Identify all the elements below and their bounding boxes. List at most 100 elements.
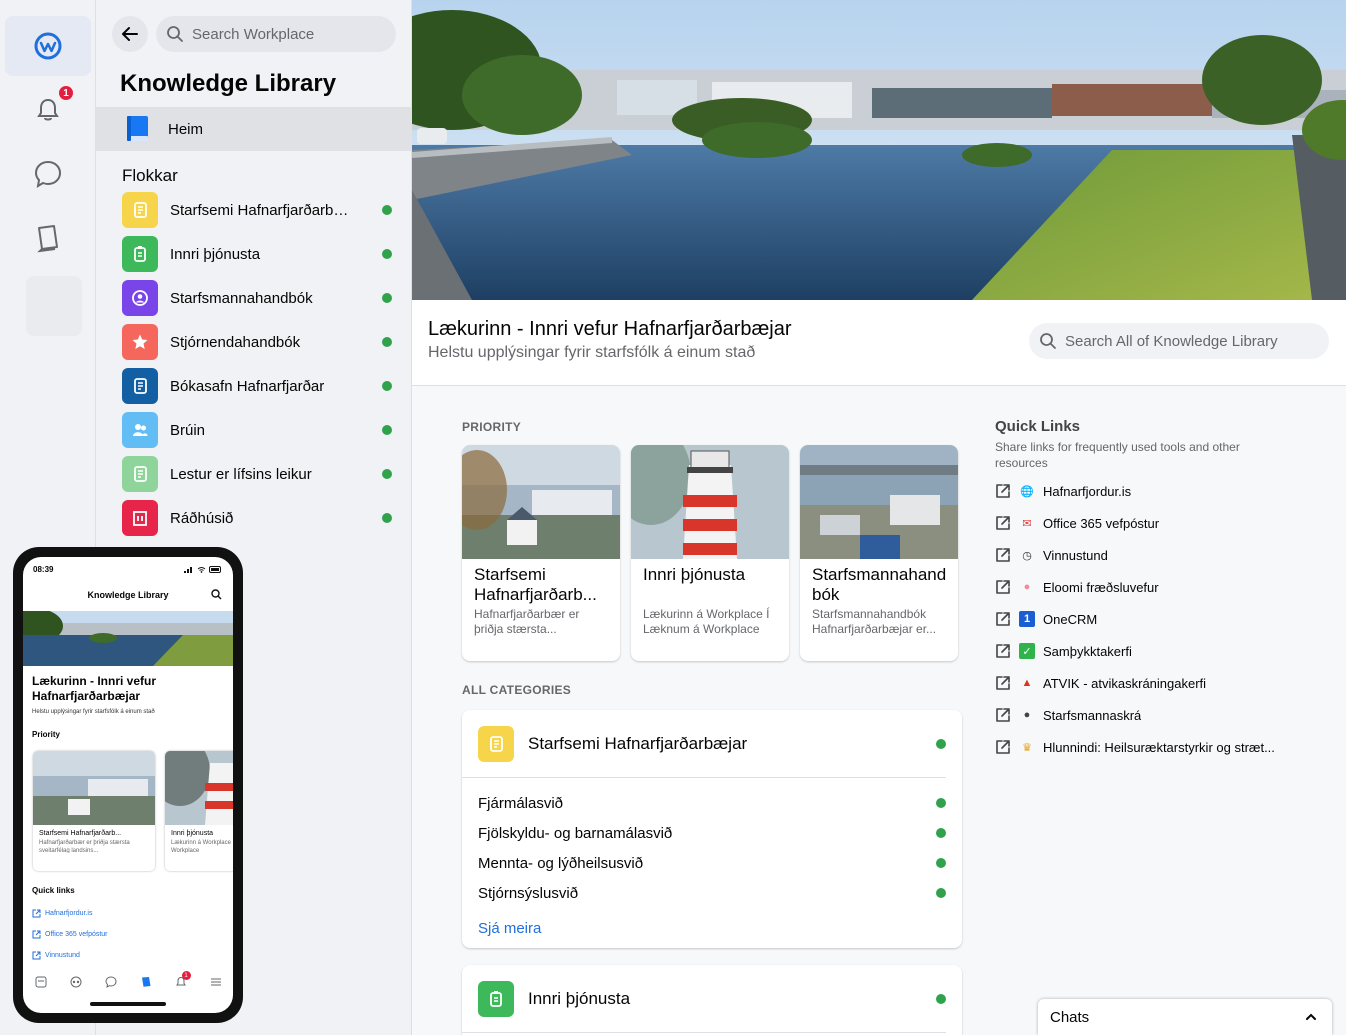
- phone-quick-link[interactable]: Office 365 vefpóstur: [32, 930, 108, 939]
- quick-link-item[interactable]: ♛ Hlunnindi: Heilsuræktarstyrkir og stræt…: [995, 731, 1295, 763]
- category-icon: [478, 725, 514, 762]
- sidebar-item-category[interactable]: Innri þjónusta: [122, 232, 402, 276]
- quick-link-label: ATVIK - atvikaskráningakerfi: [1043, 675, 1207, 691]
- knowledge-library-button[interactable]: [5, 208, 91, 268]
- quick-link-label: Samþykktakerfi: [1043, 643, 1132, 659]
- quick-link-item[interactable]: ✓ Samþykktakerfi: [995, 635, 1295, 667]
- quick-link-item[interactable]: ✉ Office 365 vefpóstur: [995, 507, 1295, 539]
- lake-landscape-illustration: [412, 0, 1346, 300]
- phone-quick-link[interactable]: Hafnarfjordur.is: [32, 909, 92, 918]
- category-icon: [122, 500, 158, 536]
- see-more-link[interactable]: Sjá meira: [462, 908, 962, 948]
- phone-notification-badge: 1: [181, 971, 191, 980]
- subcategory-row[interactable]: Mennta- og lýðheilsusvið: [462, 848, 962, 878]
- card-title: Starfsemi Hafnarfjarðarb...: [474, 565, 597, 604]
- signal-icon: [184, 567, 192, 573]
- phone-quick-link[interactable]: Vinnustund: [32, 951, 80, 960]
- workplace-home-button[interactable]: [5, 16, 91, 76]
- groups-icon: [70, 976, 81, 988]
- phone-home-indicator: [90, 1002, 166, 1006]
- priority-card[interactable]: Innri þjónusta Lækurinn á Workplace Í Læ…: [631, 445, 789, 661]
- quick-link-item[interactable]: ● Eloomi fræðsluvefur: [995, 571, 1295, 603]
- page-title: Lækurinn - Innri vefur Hafnarfjarðarbæja…: [428, 318, 792, 340]
- status-dot: [382, 513, 392, 523]
- phone-tab-feed[interactable]: [34, 975, 48, 989]
- external-link-icon: [996, 740, 1010, 754]
- subcategory-row[interactable]: Fjölskyldu- og barnamálasvið: [462, 818, 962, 848]
- workplace-search[interactable]: [156, 16, 396, 52]
- phone-app-title: Knowledge Library: [87, 590, 169, 600]
- phone-tab-menu[interactable]: [209, 975, 223, 989]
- home-label: Heim: [168, 120, 204, 138]
- sidebar-item-category[interactable]: Stjórnendahandbók: [122, 320, 402, 364]
- phone-quick-links-label: Quick links: [32, 886, 75, 895]
- quick-link-item[interactable]: ● Starfsmannaskrá: [995, 699, 1295, 731]
- battery-icon: [209, 566, 221, 573]
- external-link-icon: [996, 548, 1010, 562]
- sidebar-item-category[interactable]: Lestur er lífsins leikur: [122, 452, 402, 496]
- mail-icon: ✉: [1022, 517, 1032, 530]
- search-icon[interactable]: [211, 589, 222, 600]
- phone-link-label: Office 365 vefpóstur: [45, 931, 108, 938]
- phone-tab-groups[interactable]: [69, 975, 83, 989]
- sidebar-item-category[interactable]: Brúin: [122, 408, 402, 452]
- card-title: Starfsmannahand bók: [812, 565, 947, 604]
- status-dot: [382, 293, 392, 303]
- blue-book-icon: [127, 116, 148, 141]
- phone-hero-image: [23, 611, 233, 666]
- sidebar-item-category[interactable]: Starfsmannahandbók: [122, 276, 402, 320]
- card-description: Starfsmannahandbók Hafnarfjarðarbæjar er…: [812, 607, 937, 636]
- categories-heading: Flokkar: [122, 166, 178, 185]
- subcategory-row[interactable]: Fjármálasvið: [462, 788, 962, 818]
- category-card-header[interactable]: Starfsemi Hafnarfjarðarbæjar: [462, 710, 946, 778]
- sidebar-item-category[interactable]: Ráðhúsið: [122, 496, 402, 540]
- status-dot: [382, 425, 392, 435]
- quick-link-label: Starfsmannaskrá: [1043, 707, 1142, 723]
- priority-card[interactable]: Starfsmannahand bók Starfsmannahandbók H…: [800, 445, 958, 661]
- priority-card[interactable]: Starfsemi Hafnarfjarðarb... Hafnarfjarða…: [462, 445, 620, 661]
- phone-tab-notifications[interactable]: 1: [174, 971, 191, 989]
- library-search[interactable]: [1029, 323, 1329, 359]
- chats-button[interactable]: [5, 144, 91, 204]
- sidebar-item-category[interactable]: Bókasafn Hafnarfjarðar: [122, 364, 402, 408]
- workplace-search-input[interactable]: [192, 25, 382, 43]
- status-dot: [936, 828, 946, 838]
- globe-icon: 🌐: [1020, 485, 1034, 498]
- sidebar-item-category[interactable]: Starfsemi Hafnarfjarðarbæjar: [122, 188, 402, 232]
- status-dot: [382, 205, 392, 215]
- subcategory-label: Stjórnsýslusvið: [478, 884, 579, 902]
- phone-priority-card[interactable]: Starfsemi Hafnarfjarðarb... Hafnarfjarða…: [33, 751, 155, 871]
- document-icon: [134, 202, 147, 218]
- person-icon: [132, 290, 148, 306]
- quick-link-item[interactable]: ▲ ATVIK - atvikaskráningakerfi: [995, 667, 1295, 699]
- library-search-input[interactable]: [1065, 332, 1315, 350]
- warning-triangle-icon: ▲: [1021, 677, 1033, 689]
- quick-link-item[interactable]: ◷ Vinnustund: [995, 539, 1295, 571]
- category-icon: [478, 980, 514, 1017]
- category-label: Starfsmannahandbók: [170, 289, 313, 307]
- arrow-left-icon: [122, 27, 138, 41]
- external-link-icon: [32, 909, 41, 918]
- chevron-up-icon: [1306, 1013, 1316, 1020]
- external-link-icon: [996, 708, 1010, 722]
- back-button[interactable]: [112, 16, 148, 52]
- chats-bar[interactable]: Chats: [1038, 999, 1332, 1035]
- phone-tab-library[interactable]: [139, 975, 153, 989]
- sidebar-item-home[interactable]: Heim: [96, 107, 412, 151]
- category-icon: [122, 192, 158, 228]
- phone-priority-card[interactable]: Innri þjónusta Lækurinn á Workplace Lækn…: [165, 751, 233, 871]
- document-icon: [490, 735, 503, 752]
- subcategory-row[interactable]: Stjórnsýslusvið: [462, 878, 962, 908]
- category-card-header[interactable]: Innri þjónusta: [462, 965, 946, 1033]
- notifications-button[interactable]: 1: [5, 80, 91, 140]
- quick-link-item[interactable]: 1 OneCRM: [995, 603, 1295, 635]
- quick-links-panel: Quick Links Share links for frequently u…: [995, 418, 1295, 763]
- subcategory-label: Fjölskyldu- og barnamálasvið: [478, 824, 673, 842]
- star-icon: [132, 334, 148, 349]
- phone-priority-label: Priority: [32, 730, 61, 739]
- status-dot: [382, 249, 392, 259]
- phone-tab-chat[interactable]: [104, 975, 118, 989]
- search-icon: [1040, 333, 1056, 349]
- quick-link-item[interactable]: 🌐 Hafnarfjordur.is: [995, 475, 1295, 507]
- phone-page-subtitle: Helstu upplýsingar fyrir starfsfólk á ei…: [32, 709, 155, 715]
